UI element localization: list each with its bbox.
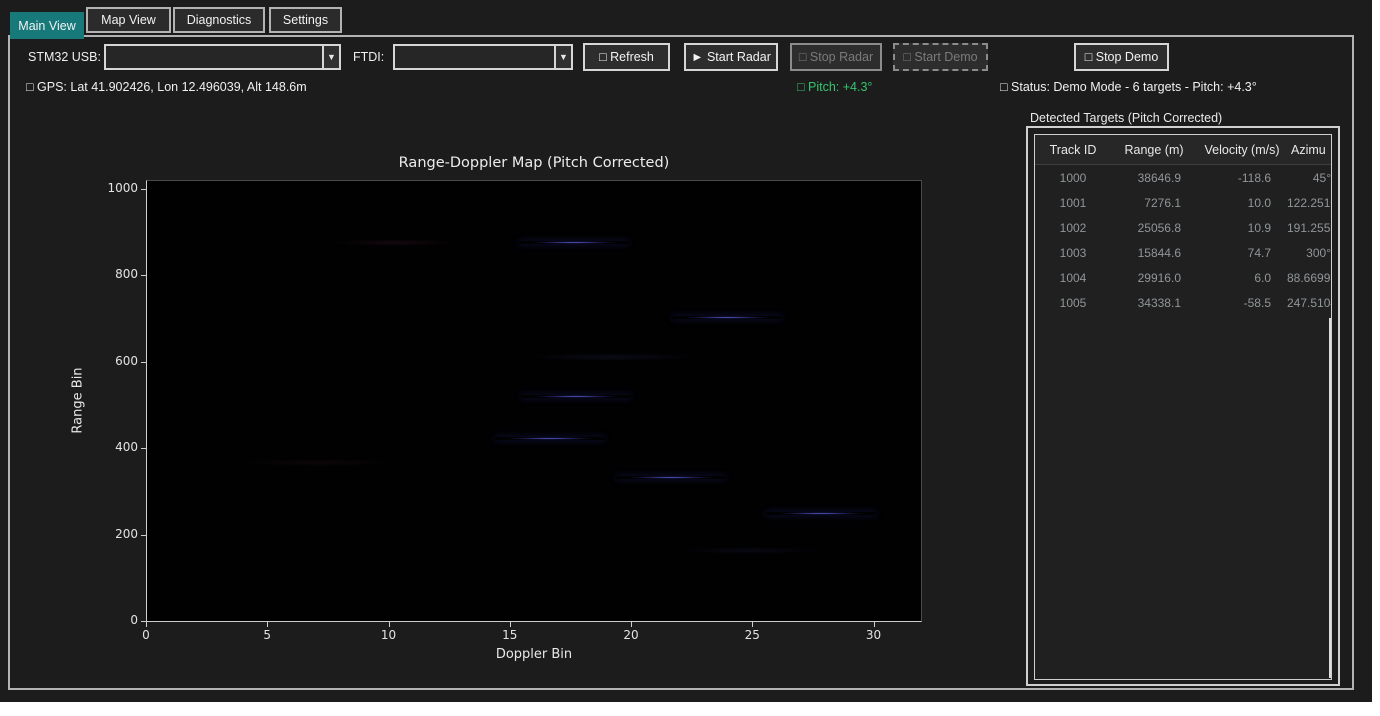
x-tick-mark: [267, 622, 268, 627]
x-tick-label: 30: [852, 628, 896, 642]
column-header-azimuth[interactable]: Azimu: [1287, 143, 1331, 157]
table-row[interactable]: 100534338.1-58.5247.5104: [1035, 290, 1331, 315]
targets-table-body: 100038646.9-118.645°10017276.110.0122.25…: [1035, 165, 1331, 315]
y-tick-mark: [141, 621, 146, 622]
tab-settings[interactable]: Settings: [269, 7, 342, 33]
tab-map-view[interactable]: Map View: [86, 7, 171, 33]
chevron-down-icon[interactable]: ▼: [554, 46, 571, 68]
targets-panel-title: Detected Targets (Pitch Corrected): [1030, 111, 1222, 125]
table-cell: 10.9: [1197, 221, 1287, 235]
table-cell: 1003: [1035, 246, 1111, 260]
table-cell: 34338.1: [1111, 296, 1197, 310]
y-tick-label: 200: [92, 527, 138, 541]
target-streak: [616, 476, 726, 479]
target-streak: [495, 437, 605, 440]
stop-demo-button[interactable]: □ Stop Demo: [1074, 43, 1169, 71]
table-row[interactable]: 100429916.06.088.66998: [1035, 265, 1331, 290]
chart-title: Range-Doppler Map (Pitch Corrected): [146, 155, 922, 171]
ftdi-port-value: [395, 46, 554, 68]
table-row[interactable]: 100038646.9-118.645°: [1035, 165, 1331, 190]
table-row[interactable]: 10017276.110.0122.2510: [1035, 190, 1331, 215]
x-tick-mark: [389, 622, 390, 627]
y-tick-mark: [141, 275, 146, 276]
table-cell: -58.5: [1197, 296, 1287, 310]
table-cell: 191.2552: [1287, 221, 1331, 235]
targets-table-header: Track ID Range (m) Velocity (m/s) Azimu: [1035, 135, 1331, 165]
tab-diagnostics[interactable]: Diagnostics: [173, 7, 265, 33]
stm32-port-value: [106, 46, 322, 68]
y-tick-label: 1000: [92, 181, 138, 195]
x-tick-label: 10: [367, 628, 411, 642]
refresh-button[interactable]: □ Refresh: [583, 43, 670, 71]
column-header-track-id[interactable]: Track ID: [1035, 143, 1111, 157]
radar-app-window: Main View Map View Diagnostics Settings …: [0, 0, 1372, 702]
column-header-range[interactable]: Range (m): [1111, 143, 1197, 157]
demo-status-text: □ Status: Demo Mode - 6 targets - Pitch:…: [1000, 80, 1257, 94]
target-streak: [766, 512, 876, 515]
y-tick-label: 0: [92, 613, 138, 627]
y-tick-mark: [141, 189, 146, 190]
table-cell: 10.0: [1197, 196, 1287, 210]
table-cell: 122.2510: [1287, 196, 1331, 210]
y-tick-mark: [141, 535, 146, 536]
pitch-status-text: □ Pitch: +4.3°: [797, 80, 872, 94]
table-cell: 88.66998: [1287, 271, 1331, 285]
x-tick-label: 25: [730, 628, 774, 642]
table-cell: 38646.9: [1111, 171, 1197, 185]
chart-y-axis-label: Range Bin: [71, 359, 86, 443]
x-tick-label: 15: [488, 628, 532, 642]
x-tick-label: 5: [245, 628, 289, 642]
table-cell: 29916.0: [1111, 271, 1197, 285]
table-row[interactable]: 100225056.810.9191.2552: [1035, 215, 1331, 240]
range-doppler-heatmap: [146, 180, 922, 622]
y-tick-mark: [141, 448, 146, 449]
table-cell: 25056.8: [1111, 221, 1197, 235]
start-demo-button[interactable]: □ Start Demo: [893, 43, 988, 71]
y-tick-mark: [141, 362, 146, 363]
table-cell: -118.6: [1197, 171, 1287, 185]
chevron-down-icon[interactable]: ▼: [322, 46, 339, 68]
stm32-port-combobox[interactable]: ▼: [104, 44, 341, 70]
table-cell: 1005: [1035, 296, 1111, 310]
stm32-usb-label: STM32 USB:: [28, 50, 101, 64]
x-tick-mark: [874, 622, 875, 627]
y-tick-label: 600: [92, 354, 138, 368]
start-radar-button[interactable]: ► Start Radar: [684, 43, 778, 71]
y-tick-label: 400: [92, 440, 138, 454]
x-tick-mark: [510, 622, 511, 627]
y-tick-label: 800: [92, 267, 138, 281]
table-cell: 300°: [1287, 246, 1331, 260]
table-cell: 247.5104: [1287, 296, 1331, 310]
x-tick-mark: [631, 622, 632, 627]
target-streak: [521, 395, 631, 398]
table-cell: 6.0: [1197, 271, 1287, 285]
tab-main-view[interactable]: Main View: [10, 12, 84, 39]
targets-scrollbar[interactable]: [1329, 318, 1331, 678]
target-streak: [672, 316, 782, 319]
targets-listview[interactable]: Track ID Range (m) Velocity (m/s) Azimu …: [1034, 134, 1332, 680]
chart-x-axis-label: Doppler Bin: [146, 647, 922, 662]
table-cell: 1000: [1035, 171, 1111, 185]
gps-status-text: □ GPS: Lat 41.902426, Lon 12.496039, Alt…: [26, 80, 307, 94]
x-tick-label: 0: [124, 628, 168, 642]
target-streak: [519, 241, 629, 244]
column-header-velocity[interactable]: Velocity (m/s): [1197, 143, 1287, 157]
ftdi-label: FTDI:: [353, 50, 384, 64]
stop-radar-button[interactable]: □ Stop Radar: [790, 43, 882, 71]
table-cell: 1002: [1035, 221, 1111, 235]
x-tick-mark: [752, 622, 753, 627]
table-cell: 1004: [1035, 271, 1111, 285]
table-row[interactable]: 100315844.674.7300°: [1035, 240, 1331, 265]
x-tick-label: 20: [609, 628, 653, 642]
table-cell: 15844.6: [1111, 246, 1197, 260]
ftdi-port-combobox[interactable]: ▼: [393, 44, 573, 70]
table-cell: 74.7: [1197, 246, 1287, 260]
table-cell: 45°: [1287, 171, 1331, 185]
table-cell: 1001: [1035, 196, 1111, 210]
table-cell: 7276.1: [1111, 196, 1197, 210]
x-tick-mark: [146, 622, 147, 627]
